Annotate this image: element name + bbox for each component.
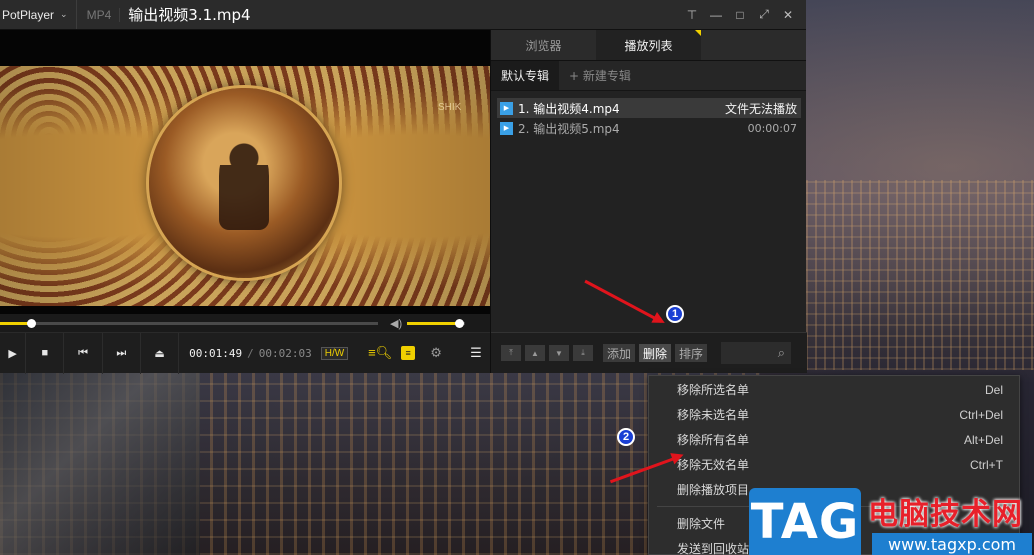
item-duration: 00:00:07 <box>747 121 797 135</box>
move-bottom-icon[interactable]: ⤓ <box>573 345 593 361</box>
thumbnail-tiles-background <box>0 373 200 555</box>
control-bar: ▶ ■ ⏮ ⏭ ⏏ 00:01:49 / 00:02:03 H/W ≡🔍︎ ≡ … <box>0 332 490 374</box>
playlist-items: ▶ 1. 输出视频4.mp4 文件无法播放 ▶ 2. 输出视频5.mp4 00:… <box>497 98 801 138</box>
next-button[interactable]: ⏭ <box>103 332 141 374</box>
menu-item-label: 删除文件 <box>677 517 726 531</box>
playlist-toggle-icon[interactable]: ≡ <box>394 333 422 374</box>
maximize-icon[interactable]: □ <box>728 3 752 27</box>
panel-tabs: 浏览器 播放列表 <box>491 30 806 61</box>
playlist-panel: 浏览器 播放列表 默认专辑 + 新建专辑 ▶ 1. 输出视频4.mp4 文件无法… <box>490 30 807 373</box>
play-icon: ▶ <box>500 121 513 135</box>
video-area[interactable]: SHIK <box>0 30 490 314</box>
menu-item-shortcut: Alt+Del <box>963 432 1003 447</box>
add-button[interactable]: 添加 <box>603 344 636 362</box>
menu-item-label: 发送到回收站 <box>677 542 750 555</box>
item-name: 1. 输出视频4.mp4 <box>518 101 620 116</box>
move-up-icon[interactable]: ▲ <box>525 345 545 361</box>
list-item[interactable]: ▶ 2. 输出视频5.mp4 00:00:07 <box>497 118 801 138</box>
city-lights-background <box>806 180 1034 370</box>
time-display: 00:01:49 / 00:02:03 H/W <box>179 346 349 360</box>
video-search-icon[interactable]: ≡🔍︎ <box>366 333 394 374</box>
delete-button[interactable]: 删除 <box>639 344 672 362</box>
potplayer-window: PotPlayer ⌄ MP4 输出视频3.1.mp4 ⊤ — □ ⤢ ✕ SH… <box>0 0 807 374</box>
close-icon[interactable]: ✕ <box>776 3 800 27</box>
tab-playlist[interactable]: 播放列表 <box>596 30 701 60</box>
item-name: 2. 输出视频5.mp4 <box>518 121 620 136</box>
volume-icon[interactable]: ◀) <box>390 317 402 330</box>
minimize-icon[interactable]: — <box>704 3 728 27</box>
format-label: MP4 <box>87 7 121 22</box>
app-menu-button[interactable]: PotPlayer ⌄ <box>0 0 77 29</box>
silhouette-image <box>219 140 269 230</box>
playlist-toolbar: ⤒ ▲ ▼ ⤓ 添加 删除 排序 ⌕ <box>491 332 807 373</box>
site-url: www.tagxp.com <box>872 533 1032 555</box>
menu-item-shortcut: Ctrl+Del <box>959 407 1003 422</box>
fullscreen-icon[interactable]: ⤢ <box>752 3 776 27</box>
move-top-icon[interactable]: ⤒ <box>501 345 521 361</box>
file-title: 输出视频3.1.mp4 <box>128 6 251 24</box>
move-down-icon[interactable]: ▼ <box>549 345 569 361</box>
menu-item-label: 移除无效名单 <box>677 458 750 472</box>
album-tabs: 默认专辑 + 新建专辑 <box>491 61 806 91</box>
stop-button[interactable]: ■ <box>26 332 65 374</box>
title-bar: PotPlayer ⌄ MP4 输出视频3.1.mp4 ⊤ — □ ⤢ ✕ <box>0 0 806 30</box>
seek-handle[interactable] <box>26 319 36 328</box>
previous-button[interactable]: ⏮ <box>64 332 103 374</box>
menu-item-shortcut: Del <box>984 382 1003 397</box>
new-album-button[interactable]: + 新建专辑 <box>559 61 641 90</box>
seek-bar-area: ◀) <box>0 314 490 332</box>
menu-item-remove-unselected[interactable]: 移除未选名单 Ctrl+Del <box>649 402 1019 427</box>
volume-level <box>407 322 460 325</box>
play-icon: ▶ <box>500 101 513 115</box>
menu-icon[interactable]: ☰ <box>462 333 490 374</box>
chevron-down-icon: ⌄ <box>60 9 68 19</box>
menu-item-shortcut: Ctrl+T <box>970 457 1003 472</box>
sort-button[interactable]: 排序 <box>675 344 708 362</box>
menu-item-label: 移除所选名单 <box>677 383 750 397</box>
seek-bar[interactable] <box>0 319 378 328</box>
menu-item-label: 移除未选名单 <box>677 408 750 422</box>
play-button[interactable]: ▶ <box>0 332 27 374</box>
item-status: 文件无法播放 <box>724 101 797 116</box>
menu-item-remove-all[interactable]: 移除所有名单 Alt+Del <box>649 427 1019 452</box>
pin-icon[interactable]: ⊤ <box>680 3 704 27</box>
playlist-search[interactable]: ⌕ <box>721 342 792 364</box>
site-name: 电脑技术网 <box>868 497 1023 532</box>
hw-decode-toggle[interactable]: H/W <box>320 346 349 360</box>
current-time: 00:01:49 <box>189 346 243 360</box>
window-controls: ⊤ — □ ⤢ ✕ <box>680 0 806 29</box>
volume-handle[interactable] <box>455 319 465 328</box>
tab-browser[interactable]: 浏览器 <box>491 30 596 60</box>
eject-button[interactable]: ⏏ <box>141 332 180 374</box>
total-time: 00:02:03 <box>258 346 312 360</box>
menu-item-remove-selected[interactable]: 移除所选名单 Del <box>649 377 1019 402</box>
menu-item-label: 删除播放项目 <box>677 483 750 497</box>
time-separator: / <box>247 346 254 360</box>
app-name: PotPlayer <box>2 7 55 22</box>
menu-item-label: 移除所有名单 <box>677 433 750 447</box>
step-2-marker: 2 <box>617 428 635 446</box>
search-icon: ⌕ <box>777 345 786 360</box>
volume-slider[interactable] <box>407 319 465 328</box>
menu-item-remove-invalid[interactable]: 移除无效名单 Ctrl+T <box>649 452 1019 477</box>
album-default[interactable]: 默认专辑 <box>491 61 560 90</box>
list-item[interactable]: ▶ 1. 输出视频4.mp4 文件无法播放 <box>497 98 801 118</box>
step-1-marker: 1 <box>666 305 684 323</box>
gear-icon[interactable]: ⚙ <box>422 333 450 374</box>
tag-logo: TAG <box>749 488 861 555</box>
video-watermark: SHIK <box>438 102 462 113</box>
